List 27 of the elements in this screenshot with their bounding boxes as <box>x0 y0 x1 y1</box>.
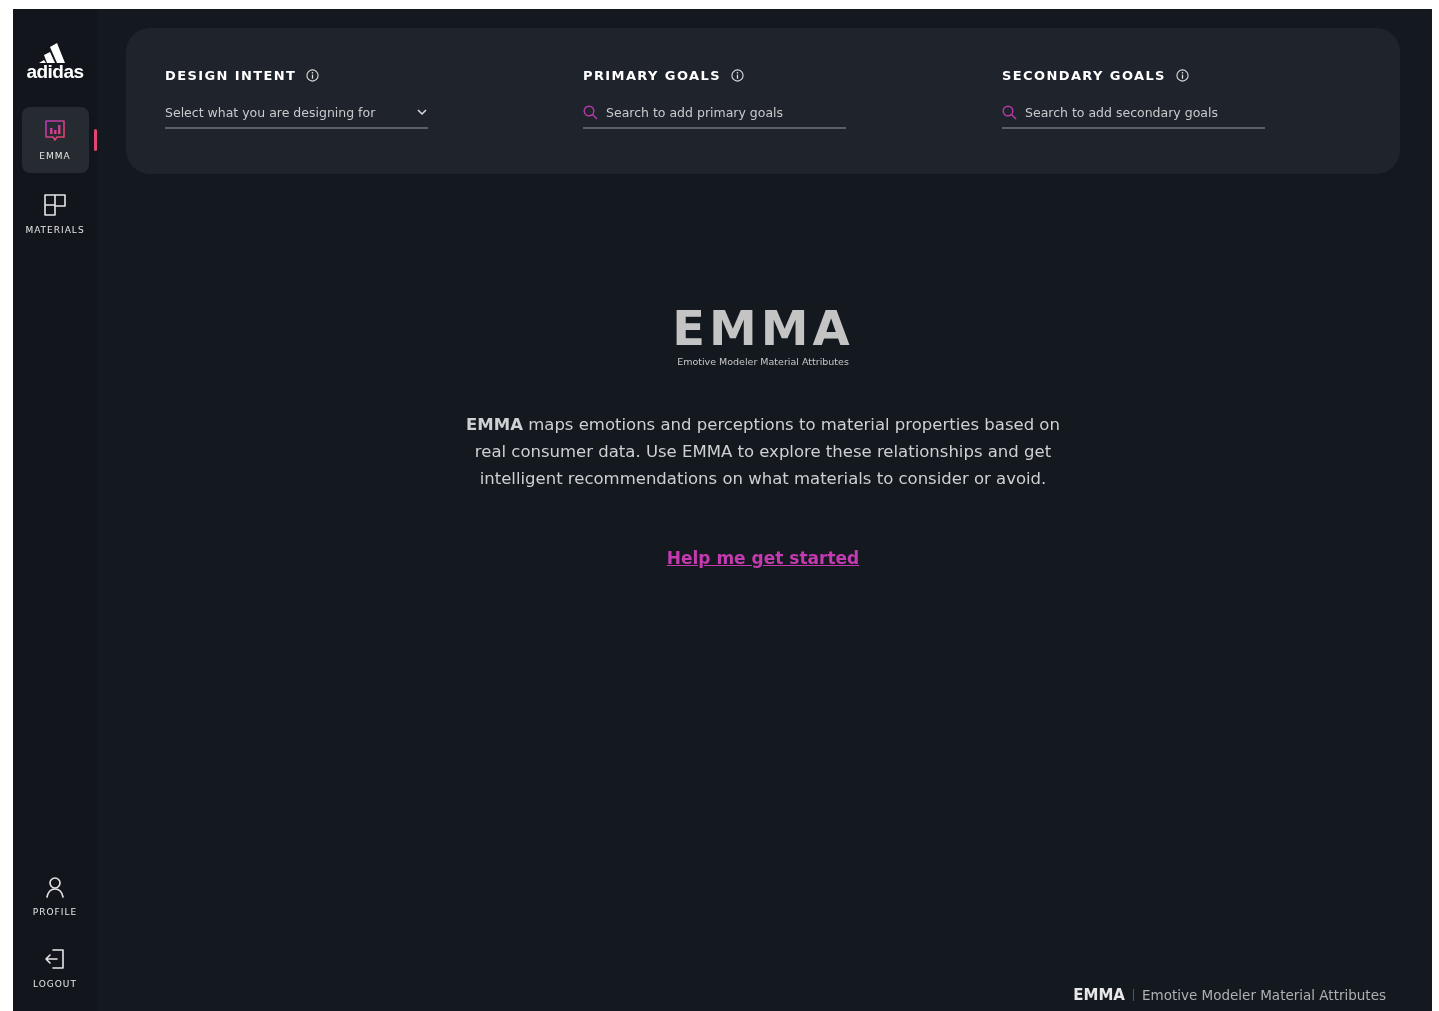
select-field[interactable]: Select what you are designing for <box>165 104 408 120</box>
nav-item[interactable]: LOGOUT <box>21 935 89 1001</box>
filter-label: DESIGN INTENT <box>165 68 297 83</box>
person-icon <box>43 875 67 899</box>
app-subtitle: Emotive Modeler Material Attributes <box>677 356 849 367</box>
search-icon <box>1002 104 1017 120</box>
search-icon <box>583 104 598 120</box>
filter-label: SECONDARY GOALS <box>1002 68 1166 83</box>
help-link[interactable]: Help me get started <box>666 548 860 568</box>
filter-label: PRIMARY GOALS <box>583 68 721 83</box>
info-icon[interactable] <box>1175 69 1189 82</box>
search-field[interactable]: Search to add primary goals <box>606 104 846 120</box>
nav-item[interactable]: PROFILE <box>21 863 89 929</box>
active-marker <box>93 129 97 151</box>
logout-icon <box>43 947 67 971</box>
nav-item[interactable]: MATERIALS <box>21 181 89 247</box>
grid-icon <box>43 193 67 217</box>
chevron-down-icon <box>416 108 428 116</box>
info-icon[interactable] <box>306 69 320 82</box>
logo-text: adidas <box>26 63 84 81</box>
footer-brand: EMMA <box>1073 986 1125 1004</box>
footer-tagline: Emotive Modeler Material Attributes <box>1141 987 1386 1003</box>
description: EMMA maps emotions and perceptions to material properties based on real consumer data. Use EMMA to explore these relationships and get intelligent recommendations on what materials to consider or avoid. <box>465 414 1061 490</box>
search-field[interactable]: Search to add secondary goals <box>1025 104 1265 120</box>
chart-icon <box>43 119 67 143</box>
app-title: EMMA <box>672 304 854 352</box>
info-icon[interactable] <box>730 69 744 82</box>
